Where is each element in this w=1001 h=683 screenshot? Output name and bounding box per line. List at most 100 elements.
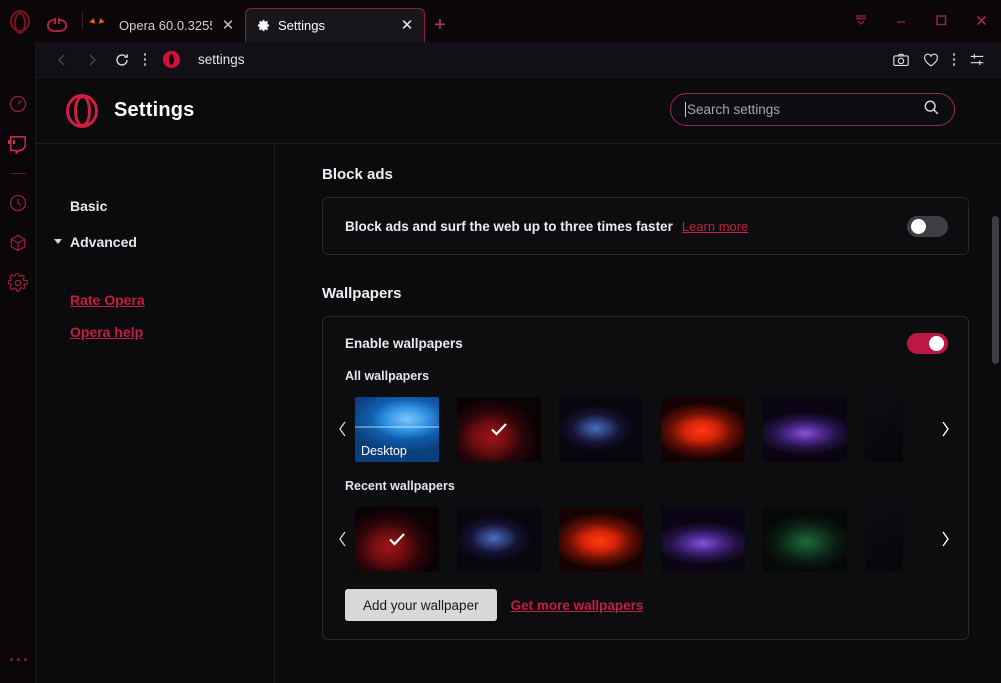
block-ads-card: Block ads and surf the web up to three t… [322, 197, 969, 255]
settings-body: Basic Advanced Rate Opera Opera help Blo… [36, 144, 1001, 683]
tab-strip: Opera 60.0.3255.151 - Dow ✕ Settings ✕ + [36, 0, 455, 42]
add-your-wallpaper-button[interactable]: Add your wallpaper [345, 589, 497, 621]
wallpaper-caption: Desktop [361, 443, 407, 458]
maximize-button[interactable] [921, 0, 961, 40]
wallpaper-purple-wave[interactable] [661, 506, 745, 572]
camera-icon[interactable] [887, 46, 915, 74]
opera-help-link[interactable]: Opera help [70, 324, 143, 340]
easy-setup-icon[interactable] [963, 46, 991, 74]
downloads-chevron-icon[interactable] [841, 0, 881, 40]
left-sidebar [0, 42, 36, 683]
page-menu-dots-icon[interactable] [138, 49, 152, 71]
sidebar-item-history[interactable] [0, 183, 36, 223]
nav-label: Basic [70, 198, 108, 214]
heart-icon[interactable] [917, 46, 945, 74]
wallpaper-red-wave[interactable] [661, 396, 745, 462]
back-button[interactable] [48, 46, 76, 74]
new-tab-button[interactable]: + [425, 8, 455, 42]
chevron-down-icon [54, 239, 62, 244]
sidebar-item-settings[interactable] [0, 263, 36, 303]
learn-more-link[interactable]: Learn more [682, 219, 748, 234]
rate-opera-link[interactable]: Rate Opera [70, 292, 145, 308]
wallpaper-dark[interactable] [865, 506, 903, 572]
opera-logo-icon [64, 93, 100, 129]
tab-label: Opera 60.0.3255.151 - Dow [119, 17, 212, 33]
nav-label: Advanced [70, 234, 137, 250]
block-ads-label: Block ads and surf the web up to three t… [345, 218, 673, 234]
address-bar-input[interactable]: settings [198, 52, 245, 67]
carousel-next-icon[interactable] [932, 419, 958, 439]
enable-wallpapers-toggle[interactable] [907, 332, 948, 354]
recent-wallpapers-label: Recent wallpapers [345, 479, 455, 493]
all-wallpapers-thumbs: Desktop [355, 396, 932, 462]
title-bar: Opera 60.0.3255.151 - Dow ✕ Settings ✕ + [0, 0, 1001, 42]
settings-header: Settings Search settings [36, 78, 1001, 144]
reload-button[interactable] [108, 46, 136, 74]
search-placeholder: Search settings [687, 102, 781, 117]
browser-toolbar: settings [36, 42, 1001, 78]
close-button[interactable] [961, 0, 1001, 40]
nav-link-rate-opera[interactable]: Rate Opera [36, 284, 274, 316]
sidebar-item-extensions[interactable] [0, 223, 36, 263]
more-dots-icon[interactable] [947, 49, 961, 71]
sidebar-overflow-icon[interactable] [0, 658, 36, 661]
opera-logo-icon [7, 8, 33, 34]
settings-content: Block ads Block ads and surf the web up … [275, 144, 1001, 683]
tab-opera-download[interactable]: Opera 60.0.3255.151 - Dow ✕ [87, 8, 245, 42]
wallpaper-red-spiral[interactable] [355, 506, 439, 572]
gear-icon [256, 18, 271, 33]
section-title-block-ads: Block ads [322, 166, 393, 183]
tab-close-icon[interactable]: ✕ [398, 17, 416, 35]
sidebar-item-speed-dial[interactable] [0, 84, 36, 124]
carousel-prev-icon[interactable] [329, 529, 355, 549]
check-icon [355, 507, 439, 572]
toolbar-right-icons [887, 46, 991, 74]
tab-gamepad-workspace[interactable] [36, 8, 78, 42]
tab-separator [82, 12, 83, 30]
all-wallpapers-label: All wallpapers [345, 369, 430, 383]
firefox-icon [97, 18, 112, 33]
get-more-wallpapers-link[interactable]: Get more wallpapers [511, 598, 644, 613]
gamepad-icon [47, 17, 67, 32]
search-icon[interactable] [923, 99, 940, 121]
tab-label: Settings [278, 18, 325, 33]
search-settings-field[interactable]: Search settings [670, 93, 955, 126]
sidebar-item-basic[interactable]: Basic [36, 188, 274, 224]
wallpaper-actions: Add your wallpaper Get more wallpapers [323, 575, 968, 621]
section-title-wallpapers: Wallpapers [322, 285, 402, 302]
wallpaper-red-wave[interactable] [559, 506, 643, 572]
settings-page: Settings Search settings Basic Advanced … [36, 78, 1001, 683]
toggle-knob [911, 218, 926, 234]
tab-settings[interactable]: Settings ✕ [245, 8, 425, 42]
wallpaper-dark[interactable] [865, 396, 903, 462]
wallpaper-blue-nebula[interactable] [559, 396, 643, 462]
window-controls [841, 0, 1001, 40]
all-wallpapers-carousel: Desktop [323, 393, 968, 465]
nav-link-opera-help[interactable]: Opera help [36, 316, 274, 348]
settings-brand: Settings [64, 93, 195, 129]
recent-wallpapers-carousel [323, 503, 968, 575]
check-icon [457, 397, 541, 462]
browser-window: Opera 60.0.3255.151 - Dow ✕ Settings ✕ + [0, 0, 1001, 683]
content-scrollbar[interactable] [992, 216, 999, 683]
page-title: Settings [114, 99, 195, 121]
sidebar-item-twitch[interactable] [0, 124, 36, 164]
minimize-button[interactable] [881, 0, 921, 40]
block-ads-toggle[interactable] [907, 215, 948, 237]
enable-wallpapers-row: Enable wallpapers [323, 317, 968, 369]
address-opera-icon [160, 49, 182, 71]
tab-close-icon[interactable]: ✕ [219, 16, 237, 34]
settings-nav: Basic Advanced Rate Opera Opera help [36, 144, 275, 683]
forward-button[interactable] [78, 46, 106, 74]
wallpaper-purple-wave[interactable] [763, 396, 847, 462]
carousel-prev-icon[interactable] [329, 419, 355, 439]
sidebar-item-advanced[interactable]: Advanced [36, 224, 274, 260]
wallpaper-blue-nebula[interactable] [457, 506, 541, 572]
scrollbar-thumb[interactable] [992, 216, 999, 364]
toggle-knob [929, 335, 944, 351]
wallpaper-green[interactable] [763, 506, 847, 572]
wallpaper-desktop[interactable]: Desktop [355, 396, 439, 462]
wallpaper-red-spiral[interactable] [457, 396, 541, 462]
carousel-next-icon[interactable] [932, 529, 958, 549]
